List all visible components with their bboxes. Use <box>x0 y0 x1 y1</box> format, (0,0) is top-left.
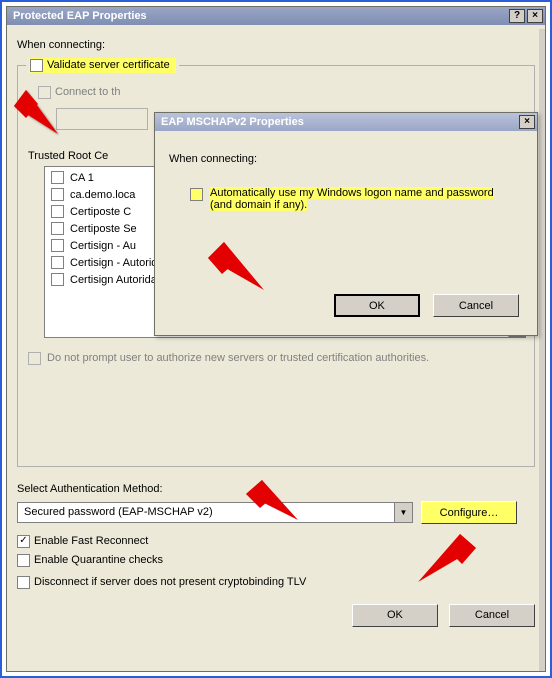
cancel-button-child[interactable]: Cancel <box>433 294 519 317</box>
cancel-button-main[interactable]: Cancel <box>449 604 535 627</box>
ok-button-main[interactable]: OK <box>352 604 438 627</box>
protected-eap-dialog: Protected EAP Properties ? × When connec… <box>6 6 546 672</box>
checkbox-icon <box>30 59 43 72</box>
checkbox-icon <box>38 86 51 99</box>
no-prompt-label: Do not prompt user to authorize new serv… <box>47 352 429 364</box>
checkbox-icon <box>51 205 64 218</box>
list-item-label: Certiposte Se <box>70 223 137 235</box>
main-title: Protected EAP Properties <box>13 10 507 22</box>
when-connecting-label: When connecting: <box>17 39 535 51</box>
list-item-label: Certisign - Au <box>70 240 136 252</box>
connect-to-label: Connect to th <box>55 86 120 98</box>
checkbox-icon <box>17 535 30 548</box>
no-prompt-checkbox <box>28 352 41 365</box>
fast-reconnect-label: Enable Fast Reconnect <box>34 535 148 547</box>
help-button[interactable]: ? <box>509 9 525 23</box>
child-title: EAP MSCHAPv2 Properties <box>161 116 517 128</box>
cryptobind-label: Disconnect if server does not present cr… <box>34 576 306 588</box>
ok-label: OK <box>387 609 403 621</box>
enable-fast-reconnect-checkbox[interactable]: Enable Fast Reconnect <box>17 535 148 548</box>
list-item-label: Certiposte C <box>70 206 131 218</box>
ok-label: OK <box>369 300 385 312</box>
cancel-label: Cancel <box>459 300 493 312</box>
list-item-label: CA 1 <box>70 172 94 184</box>
checkbox-icon <box>51 256 64 269</box>
checkbox-icon <box>51 171 64 184</box>
checkbox-icon <box>51 188 64 201</box>
select-auth-method-label: Select Authentication Method: <box>17 483 535 495</box>
auth-method-value: Secured password (EAP-MSCHAP v2) <box>18 503 394 522</box>
chevron-down-icon[interactable]: ▼ <box>394 503 412 522</box>
enable-quarantine-checkbox[interactable]: Enable Quarantine checks <box>17 554 163 567</box>
checkbox-icon <box>51 239 64 252</box>
auth-method-combobox[interactable]: Secured password (EAP-MSCHAP v2) ▼ <box>17 502 413 523</box>
child-titlebar: EAP MSCHAPv2 Properties × <box>155 113 537 131</box>
checkbox-icon <box>51 222 64 235</box>
outer-scrollbar <box>539 29 545 671</box>
auto-use-windows-logon-checkbox[interactable] <box>189 187 204 202</box>
checkbox-icon <box>28 352 41 365</box>
disconnect-cryptobinding-checkbox[interactable]: Disconnect if server does not present cr… <box>17 576 306 589</box>
configure-button-label: Configure… <box>440 507 499 519</box>
ok-button-child[interactable]: OK <box>334 294 420 317</box>
checkbox-icon <box>17 576 30 589</box>
checkbox-icon <box>190 188 203 201</box>
auto-use-windows-label: Automatically use my Windows logon name … <box>210 187 494 211</box>
quarantine-label: Enable Quarantine checks <box>34 554 163 566</box>
main-titlebar: Protected EAP Properties ? × <box>7 7 545 25</box>
close-button-child[interactable]: × <box>519 115 535 129</box>
child-when-connecting-label: When connecting: <box>169 153 523 165</box>
connect-to-servers-checkbox[interactable]: Connect to th <box>38 86 120 99</box>
close-button-main[interactable]: × <box>527 9 543 23</box>
eap-mschapv2-dialog: EAP MSCHAPv2 Properties × When connectin… <box>154 112 538 336</box>
list-item-label: ca.demo.loca <box>70 189 135 201</box>
server-names-input <box>56 108 148 130</box>
validate-server-certificate-checkbox[interactable]: Validate server certificate <box>29 58 176 73</box>
validate-cert-legend: Validate server certificate <box>26 58 179 75</box>
cancel-label: Cancel <box>475 609 509 621</box>
checkbox-icon <box>17 554 30 567</box>
configure-button[interactable]: Configure… <box>421 501 517 524</box>
checkbox-icon <box>51 273 64 286</box>
validate-cert-label: Validate server certificate <box>47 59 170 71</box>
